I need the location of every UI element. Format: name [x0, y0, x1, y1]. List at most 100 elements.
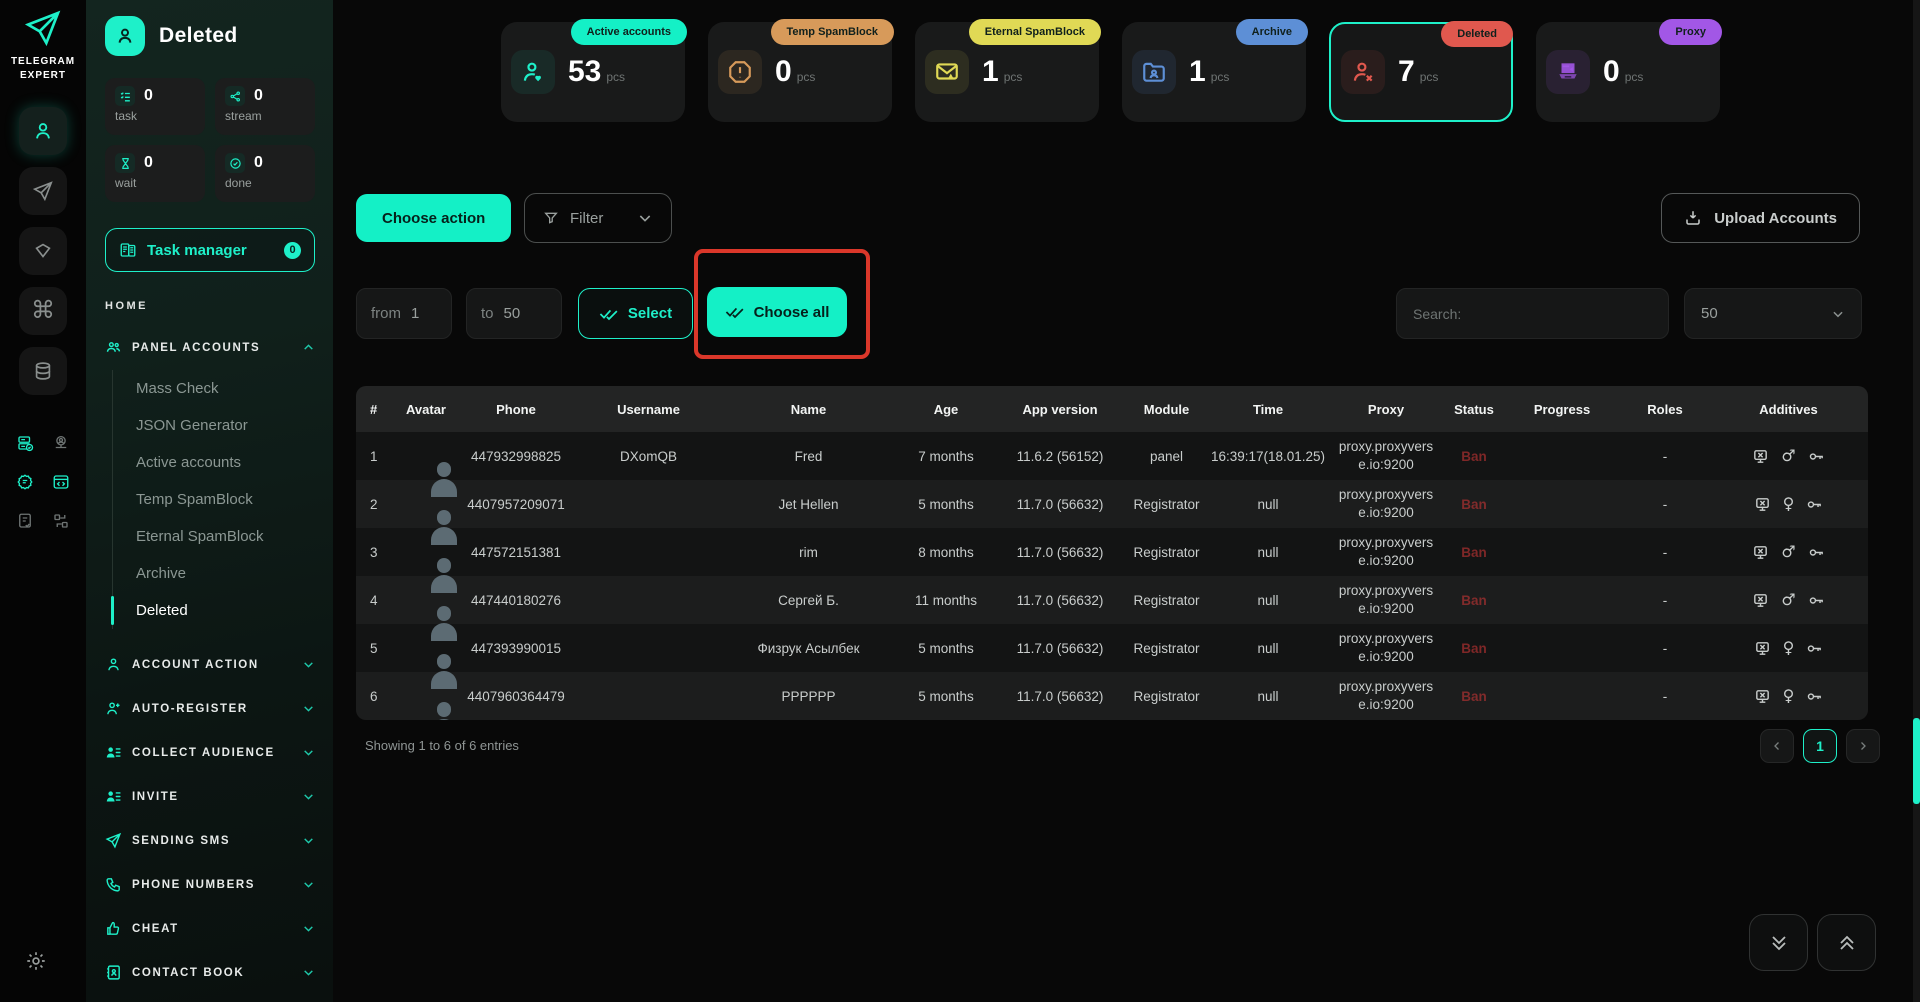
sidebar-item-eternal-spamblock[interactable]: Eternal SpamBlock	[113, 518, 315, 555]
col-progress[interactable]: Progress	[1503, 402, 1621, 417]
col-avatar[interactable]: Avatar	[396, 402, 456, 417]
col-name[interactable]: Name	[721, 402, 896, 417]
key-icon[interactable]	[1806, 640, 1823, 657]
sidebar-item-contact-book[interactable]: CONTACT BOOK	[105, 964, 315, 981]
scroll-to-top-button[interactable]	[1817, 914, 1876, 971]
col-proxy[interactable]: Proxy	[1327, 402, 1445, 417]
col-phone[interactable]: Phone	[456, 402, 576, 417]
scrollbar-thumb[interactable]	[1913, 718, 1920, 804]
col-status[interactable]: Status	[1445, 402, 1503, 417]
document-check-icon[interactable]	[16, 512, 34, 535]
server-check-icon[interactable]	[16, 434, 34, 457]
chevron-down-icon	[1831, 307, 1845, 321]
sidebar-item-temp-spamblock[interactable]: Temp SpamBlock	[113, 481, 315, 518]
rail-premium-button[interactable]	[19, 227, 67, 275]
card-eternal-spamblock[interactable]: Eternal SpamBlock 1pcs	[915, 22, 1099, 122]
card-temp-spamblock[interactable]: Temp SpamBlock 0pcs	[708, 22, 892, 122]
card-proxy[interactable]: Proxy 0pcs	[1536, 22, 1720, 122]
select-label: Select	[628, 305, 672, 322]
card-active-accounts[interactable]: Active accounts 53pcs	[501, 22, 685, 122]
task-manager-button[interactable]: Task manager 0	[105, 228, 315, 272]
rail-command-button[interactable]: ⌘	[19, 287, 67, 335]
spamblock-monitor-icon[interactable]	[1754, 640, 1771, 657]
gender-icon: ♀	[1783, 640, 1795, 656]
col-time[interactable]: Time	[1209, 402, 1327, 417]
upload-accounts-button[interactable]: Upload Accounts	[1661, 193, 1860, 243]
key-icon[interactable]	[1808, 544, 1825, 561]
table-row[interactable]: 2 4407957209071 Jet Hellen 5 months 11.7…	[356, 480, 1868, 528]
filter-dropdown[interactable]: Filter	[524, 193, 672, 243]
key-icon[interactable]	[1806, 688, 1823, 705]
spamblock-monitor-icon[interactable]	[1752, 592, 1769, 609]
to-range-input[interactable]: to 50	[466, 288, 562, 339]
sidebar-item-sending-sms[interactable]: SENDING SMS	[105, 832, 315, 849]
col-roles[interactable]: Roles	[1621, 402, 1709, 417]
table-row[interactable]: 1 447932998825 DXomQB Fred 7 months 11.6…	[356, 432, 1868, 480]
sidebar-item-collect-audience[interactable]: COLLECT AUDIENCE	[105, 744, 315, 761]
table-row[interactable]: 5 447393990015 Физрук Асылбек 5 months 1…	[356, 624, 1868, 672]
command-icon: ⌘	[31, 299, 55, 323]
spamblock-monitor-icon[interactable]	[1752, 448, 1769, 465]
select-button[interactable]: Select	[578, 288, 693, 339]
double-chevron-down-icon	[1767, 931, 1791, 955]
sidebar-item-active-accounts[interactable]: Active accounts	[113, 444, 315, 481]
key-icon[interactable]	[1808, 448, 1825, 465]
scroll-to-bottom-button[interactable]	[1749, 914, 1808, 971]
check-circle-icon	[225, 153, 245, 173]
page-number-button[interactable]: 1	[1803, 729, 1837, 763]
sidebar-item-mass-check[interactable]: Mass Check	[113, 370, 315, 407]
rail-accounts-button[interactable]	[19, 107, 67, 155]
brand-line2: EXPERT	[0, 69, 86, 83]
sidebar-item-json-generator[interactable]: JSON Generator	[113, 407, 315, 444]
proxy-server-icon	[1546, 50, 1590, 94]
bot-settings-icon[interactable]	[16, 473, 34, 496]
icon-rail: TELEGRAMEXPERT ⌘	[0, 0, 86, 1002]
brand-line1: TELEGRAM	[0, 55, 86, 69]
sidebar-item-cheat[interactable]: CHEAT	[105, 920, 315, 937]
rail-database-button[interactable]	[19, 347, 67, 395]
table-row[interactable]: 3 447572151381 rim 8 months 11.7.0 (5663…	[356, 528, 1868, 576]
sidebar-item-panel-accounts[interactable]: PANEL ACCOUNTS	[105, 339, 315, 356]
spamblock-monitor-icon[interactable]	[1754, 496, 1771, 513]
account-network-icon[interactable]	[52, 434, 70, 457]
sidebar-item-phone-numbers[interactable]: PHONE NUMBERS	[105, 876, 315, 893]
main-content: Active accounts 53pcs Temp SpamBlock 0pc…	[333, 0, 1920, 1002]
choose-all-button[interactable]: Choose all	[707, 287, 847, 337]
spamblock-monitor-icon[interactable]	[1752, 544, 1769, 561]
table-row[interactable]: 6 4407960364479 РРРРРР 5 months 11.7.0 (…	[356, 672, 1868, 720]
table-row[interactable]: 4 447440180276 Сергей Б. 11 months 11.7.…	[356, 576, 1868, 624]
filter-label: Filter	[570, 210, 626, 227]
col-additives[interactable]: Additives	[1709, 402, 1868, 417]
status-badge: Ban	[1445, 593, 1503, 608]
col-app-version[interactable]: App version	[996, 402, 1124, 417]
chevron-down-icon	[302, 658, 315, 671]
from-range-input[interactable]: from 1	[356, 288, 452, 339]
spamblock-monitor-icon[interactable]	[1754, 688, 1771, 705]
key-icon[interactable]	[1808, 592, 1825, 609]
col-age[interactable]: Age	[896, 402, 996, 417]
rail-send-button[interactable]	[19, 167, 67, 215]
page-size-select[interactable]: 50	[1684, 288, 1862, 339]
card-value: 53	[568, 55, 601, 88]
sidebar-item-auto-register[interactable]: AUTO-REGISTER	[105, 700, 315, 717]
card-deleted[interactable]: Deleted 7pcs	[1329, 22, 1513, 122]
key-icon[interactable]	[1806, 496, 1823, 513]
col-username[interactable]: Username	[576, 402, 721, 417]
swap-icon[interactable]	[52, 512, 70, 535]
prev-page-button[interactable]	[1760, 729, 1794, 763]
sidebar-item-invite[interactable]: INVITE	[105, 788, 315, 805]
sidebar-item-archive[interactable]: Archive	[113, 555, 315, 592]
sidebar-item-deleted[interactable]: Deleted	[113, 592, 315, 629]
vertical-scrollbar[interactable]	[1913, 0, 1920, 1002]
next-page-button[interactable]	[1846, 729, 1880, 763]
sidebar-item-account-action[interactable]: ACCOUNT ACTION	[105, 656, 315, 673]
person-icon	[105, 656, 122, 673]
choose-action-button[interactable]: Choose action	[356, 194, 511, 242]
col-module[interactable]: Module	[1124, 402, 1209, 417]
card-archive[interactable]: Archive 1pcs	[1122, 22, 1306, 122]
task-manager-label: Task manager	[147, 242, 274, 259]
col-num[interactable]: #	[356, 402, 396, 417]
code-window-icon[interactable]	[52, 473, 70, 496]
search-input[interactable]	[1396, 288, 1669, 339]
settings-button[interactable]	[25, 950, 47, 977]
